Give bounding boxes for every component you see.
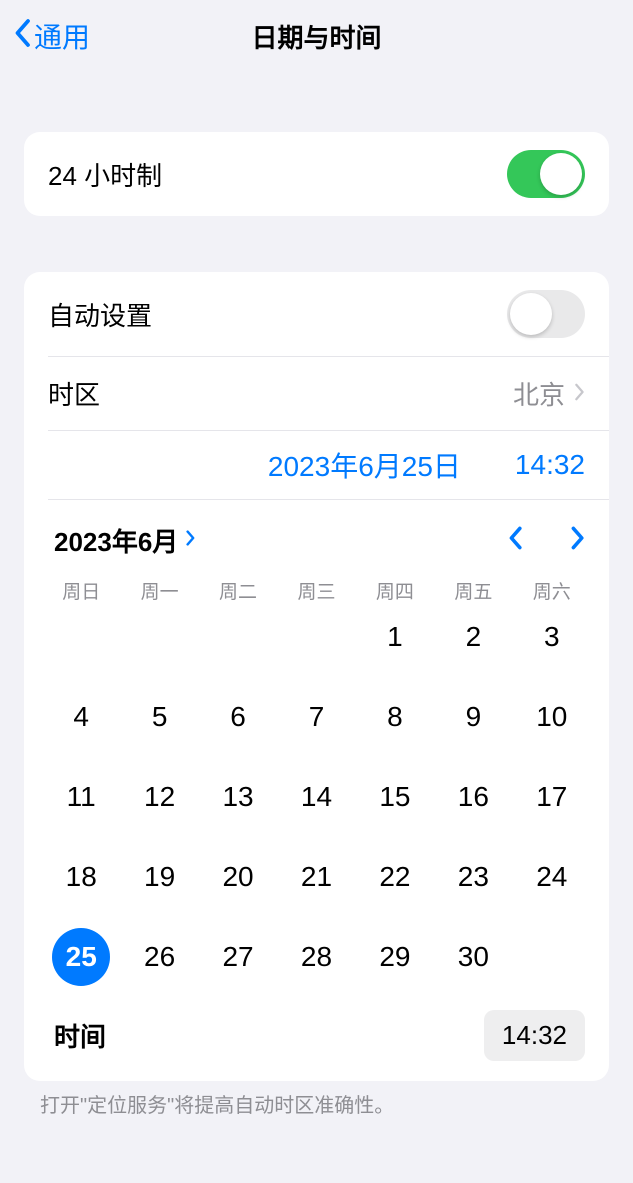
time-display[interactable]: 14:32 bbox=[515, 449, 585, 481]
label-auto-set: 自动设置 bbox=[48, 296, 152, 333]
calendar-day[interactable]: 21 bbox=[277, 848, 355, 906]
row-auto-set: 自动设置 bbox=[24, 272, 609, 356]
label-time: 时间 bbox=[54, 1017, 106, 1054]
weekday-label: 周六 bbox=[513, 577, 591, 604]
calendar-day[interactable]: 7 bbox=[277, 688, 355, 746]
calendar-day[interactable]: 22 bbox=[356, 848, 434, 906]
calendar-day[interactable]: 17 bbox=[513, 768, 591, 826]
nav-header: 通用 日期与时间 bbox=[0, 0, 633, 72]
calendar-day[interactable]: 20 bbox=[199, 848, 277, 906]
time-picker-button[interactable]: 14:32 bbox=[484, 1010, 585, 1061]
back-button[interactable]: 通用 bbox=[0, 16, 90, 56]
calendar-day[interactable]: 30 bbox=[434, 928, 512, 986]
weekday-label: 周一 bbox=[120, 577, 198, 604]
month-nav: 2023年6月 bbox=[24, 500, 609, 567]
calendar-day[interactable]: 2 bbox=[434, 608, 512, 666]
weekday-label: 周四 bbox=[356, 577, 434, 604]
chevron-right-icon bbox=[573, 381, 585, 407]
date-display[interactable]: 2023年6月25日 bbox=[268, 445, 461, 485]
calendar-day[interactable]: 24 bbox=[513, 848, 591, 906]
calendar-day[interactable]: 8 bbox=[356, 688, 434, 746]
calendar-day[interactable]: 1 bbox=[356, 608, 434, 666]
switch-24hour[interactable] bbox=[507, 150, 585, 198]
weekday-label: 周五 bbox=[434, 577, 512, 604]
calendar-grid: 1234567891011121314151617181920212223242… bbox=[24, 608, 609, 996]
row-time: 时间 14:32 bbox=[24, 996, 609, 1081]
calendar-day[interactable]: 14 bbox=[277, 768, 355, 826]
calendar-empty-cell bbox=[277, 608, 355, 666]
switch-auto-set[interactable] bbox=[507, 290, 585, 338]
calendar-day[interactable]: 4 bbox=[42, 688, 120, 746]
timezone-text: 北京 bbox=[513, 375, 565, 412]
calendar-day[interactable]: 25 bbox=[42, 928, 120, 986]
calendar-day[interactable]: 11 bbox=[42, 768, 120, 826]
section-datetime: 自动设置 时区 北京 2023年6月25日 14:32 2023年6月 bbox=[24, 272, 609, 1081]
page-title: 日期与时间 bbox=[0, 18, 633, 55]
weekday-label: 周二 bbox=[199, 577, 277, 604]
calendar-day[interactable]: 27 bbox=[199, 928, 277, 986]
value-timezone: 北京 bbox=[513, 375, 585, 412]
row-timezone[interactable]: 时区 北京 bbox=[24, 357, 609, 430]
calendar-day[interactable]: 23 bbox=[434, 848, 512, 906]
row-date-time-display: 2023年6月25日 14:32 bbox=[24, 431, 609, 499]
next-month-button[interactable] bbox=[569, 525, 585, 557]
calendar-day[interactable]: 28 bbox=[277, 928, 355, 986]
calendar-day[interactable]: 13 bbox=[199, 768, 277, 826]
switch-knob bbox=[510, 293, 552, 335]
weekday-label: 周日 bbox=[42, 577, 120, 604]
month-nav-arrows bbox=[507, 525, 585, 557]
calendar-empty-cell bbox=[120, 608, 198, 666]
weekday-header: 周日周一周二周三周四周五周六 bbox=[24, 567, 609, 608]
label-timezone: 时区 bbox=[48, 375, 100, 412]
calendar-day[interactable]: 5 bbox=[120, 688, 198, 746]
calendar-day[interactable]: 19 bbox=[120, 848, 198, 906]
label-24hour: 24 小时制 bbox=[48, 156, 162, 193]
row-24hour: 24 小时制 bbox=[24, 132, 609, 216]
calendar-day[interactable]: 15 bbox=[356, 768, 434, 826]
section-display: 24 小时制 bbox=[24, 132, 609, 216]
calendar-day[interactable]: 12 bbox=[120, 768, 198, 826]
calendar-day[interactable]: 10 bbox=[513, 688, 591, 746]
calendar-day[interactable]: 16 bbox=[434, 768, 512, 826]
month-label-text: 2023年6月 bbox=[54, 522, 178, 559]
footer-hint: 打开"定位服务"将提高自动时区准确性。 bbox=[0, 1081, 633, 1118]
weekday-label: 周三 bbox=[277, 577, 355, 604]
calendar-day[interactable]: 26 bbox=[120, 928, 198, 986]
chevron-right-icon bbox=[184, 529, 196, 552]
back-label: 通用 bbox=[34, 16, 90, 56]
month-picker-button[interactable]: 2023年6月 bbox=[54, 522, 196, 559]
calendar-day[interactable]: 3 bbox=[513, 608, 591, 666]
calendar-empty-cell bbox=[199, 608, 277, 666]
calendar-day[interactable]: 29 bbox=[356, 928, 434, 986]
switch-knob bbox=[540, 153, 582, 195]
calendar-empty-cell bbox=[42, 608, 120, 666]
prev-month-button[interactable] bbox=[507, 525, 523, 557]
calendar-day[interactable]: 6 bbox=[199, 688, 277, 746]
calendar-day[interactable]: 9 bbox=[434, 688, 512, 746]
chevron-left-icon bbox=[12, 18, 32, 55]
calendar-day[interactable]: 18 bbox=[42, 848, 120, 906]
